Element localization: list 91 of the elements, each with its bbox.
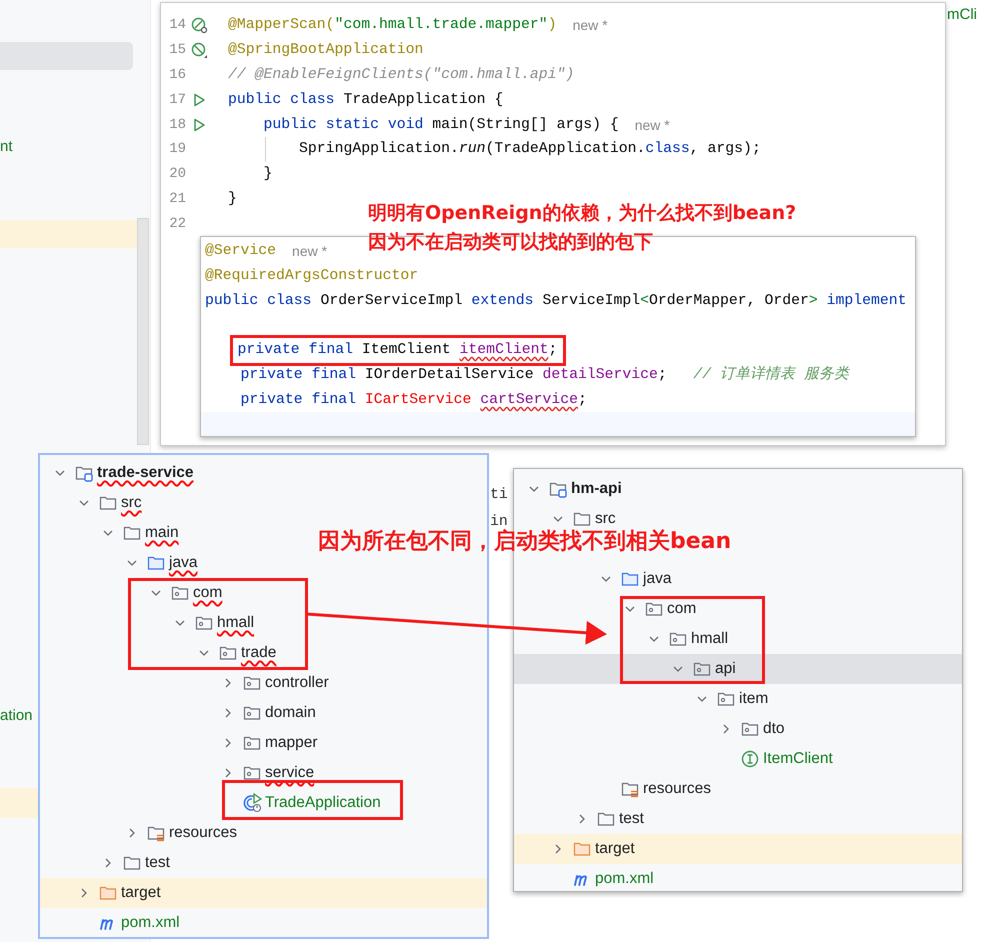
package-icon bbox=[243, 764, 261, 782]
bean-search-icon[interactable] bbox=[191, 16, 208, 34]
tree-item[interactable]: domain bbox=[265, 703, 316, 723]
line-number: 17 bbox=[168, 92, 186, 108]
folder-icon bbox=[99, 884, 117, 902]
resources-folder-icon bbox=[621, 780, 639, 798]
code-line: public class OrderServiceImpl extends ServiceImpl<OrderMapper, Order> implement bbox=[205, 292, 907, 309]
annotation-text: 因为不在启动类可以找的到的包下 bbox=[368, 232, 653, 254]
class-run-icon bbox=[243, 793, 263, 813]
code-line: SpringApplication.run(TradeApplication.class, args); bbox=[299, 140, 761, 160]
tree-item[interactable]: src bbox=[121, 493, 142, 513]
code-line: } bbox=[264, 165, 272, 184]
line-number: 14 bbox=[168, 17, 186, 34]
tree-item[interactable]: pom.xml bbox=[595, 869, 654, 889]
tree-item[interactable]: src bbox=[595, 509, 616, 529]
folder-icon bbox=[621, 570, 639, 588]
code-line: // @EnableFeignClients("com.hmall.api") bbox=[228, 66, 574, 85]
tree-item[interactable]: TradeApplication bbox=[265, 793, 381, 813]
tree-item[interactable]: com bbox=[667, 599, 696, 619]
scrollbar[interactable] bbox=[137, 218, 149, 445]
code-line: private final ItemClient itemClient; bbox=[238, 341, 558, 360]
bean-icon[interactable] bbox=[191, 42, 208, 59]
package-icon bbox=[195, 614, 213, 632]
background-text-fragment: mCli bbox=[947, 6, 977, 24]
package-icon bbox=[741, 720, 759, 738]
background-text-fragment: ation bbox=[0, 707, 33, 725]
package-icon bbox=[171, 584, 189, 602]
annotation-text: 明明有OpenReign的依赖，为什么找不到bean? bbox=[368, 203, 796, 225]
tree-item[interactable]: resources bbox=[643, 779, 712, 799]
folder-icon bbox=[99, 494, 117, 512]
annotation-text: 因为所在包不同，启动类找不到相关bean bbox=[318, 529, 732, 554]
tree-item[interactable]: hmall bbox=[691, 629, 728, 649]
background-text-fragment: ti bbox=[490, 486, 508, 505]
folder-icon bbox=[123, 524, 141, 542]
tree-item[interactable]: pom.xml bbox=[121, 913, 180, 933]
tree-item[interactable]: target bbox=[121, 883, 161, 903]
code-line: @MapperScan("com.hmall.trade.mapper") bbox=[228, 16, 557, 36]
tree-item[interactable]: test bbox=[619, 809, 644, 829]
package-icon bbox=[645, 600, 663, 618]
package-icon bbox=[243, 734, 261, 752]
module-folder-icon bbox=[549, 480, 567, 498]
package-icon bbox=[669, 630, 687, 648]
line-number: 20 bbox=[168, 166, 186, 182]
tree-item[interactable]: java bbox=[169, 553, 198, 573]
tree-item[interactable]: trade-service bbox=[97, 463, 194, 483]
tree-item[interactable]: controller bbox=[265, 673, 329, 693]
tree-item[interactable]: com bbox=[193, 583, 222, 603]
tree-item[interactable]: service bbox=[265, 763, 314, 783]
package-icon bbox=[243, 704, 261, 722]
tree-item[interactable]: main bbox=[145, 523, 179, 543]
tree-item[interactable]: java bbox=[643, 569, 672, 589]
folder-icon bbox=[147, 554, 165, 572]
resources-folder-icon bbox=[147, 824, 165, 842]
background-text-fragment: in bbox=[490, 513, 508, 530]
author-hint[interactable]: new * bbox=[634, 116, 670, 133]
tree-item[interactable]: mapper bbox=[265, 733, 318, 753]
code-line: @SpringBootApplication bbox=[228, 41, 424, 60]
folder-icon bbox=[573, 840, 591, 858]
folder-icon bbox=[123, 854, 141, 872]
tree-item[interactable]: test bbox=[145, 853, 170, 873]
package-icon bbox=[717, 690, 735, 708]
tree-item[interactable]: hm-api bbox=[571, 479, 622, 499]
line-number: 15 bbox=[168, 42, 186, 58]
line-number: 18 bbox=[168, 116, 186, 133]
code-line: } bbox=[228, 190, 237, 209]
tree-item[interactable]: hmall bbox=[217, 613, 254, 633]
code-line: private final IOrderDetailService detailService; // 订单详情表 服务类 bbox=[240, 367, 849, 384]
package-icon bbox=[693, 660, 711, 678]
package-icon bbox=[243, 674, 261, 692]
code-line: public class TradeApplication { bbox=[228, 90, 504, 110]
tree-item[interactable]: ItemClient bbox=[763, 749, 833, 769]
module-folder-icon bbox=[75, 464, 93, 482]
interface-icon bbox=[741, 750, 759, 768]
tree-item[interactable]: trade bbox=[241, 643, 276, 663]
tree-item[interactable]: dto bbox=[763, 719, 785, 739]
code-line: @Service bbox=[205, 243, 276, 260]
tree-item[interactable]: item bbox=[739, 689, 768, 709]
line-number: 21 bbox=[168, 190, 186, 207]
line-number: 16 bbox=[168, 66, 186, 83]
folder-icon bbox=[573, 510, 591, 528]
background-text-fragment: nt bbox=[0, 138, 13, 156]
code-line: private final ICartService cartService; bbox=[240, 392, 587, 408]
folder-icon bbox=[597, 810, 615, 828]
tree-item[interactable]: api bbox=[715, 659, 736, 679]
code-line: public static void main(String[] args) { bbox=[264, 116, 619, 135]
package-icon bbox=[219, 644, 237, 662]
code-line: @RequiredArgsConstructor bbox=[205, 268, 418, 284]
tree-item[interactable]: target bbox=[595, 839, 635, 859]
line-number: 22 bbox=[168, 216, 186, 232]
line-number: 19 bbox=[168, 141, 186, 158]
tree-item[interactable]: resources bbox=[169, 823, 238, 843]
